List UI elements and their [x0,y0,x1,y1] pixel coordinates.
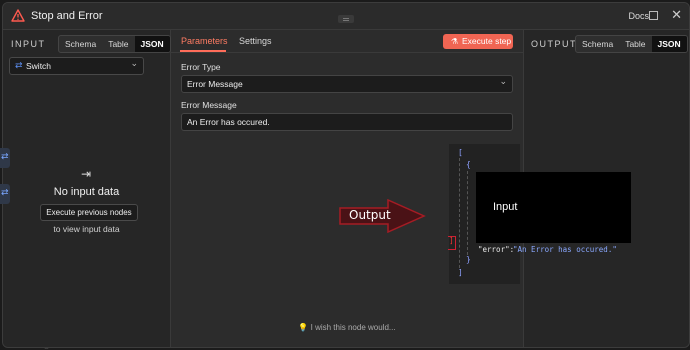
json-close-bracket: ] [458,268,463,277]
error-type-value: Error Message [187,79,243,89]
no-input-title: No input data [53,186,120,198]
tab-settings[interactable]: Settings [239,36,272,46]
switch-node-icon: ⇄ [1,152,9,162]
switch-node-icon: ⇄ [15,61,23,71]
json-open-bracket: [ [458,148,463,157]
docs-link[interactable]: Docs [628,11,649,21]
output-annotation-label: Output [349,208,391,222]
input-panel-title: INPUT [11,39,46,49]
execute-step-button[interactable]: ⚗ Execute step [443,34,513,49]
no-input-subtitle: to view input data [53,224,120,234]
error-message-input[interactable]: An Error has occured. [181,113,513,131]
modal-title[interactable]: Stop and Error [31,10,103,22]
red-highlight-mark: ] [448,236,456,250]
output-view-table[interactable]: Table [619,36,651,52]
error-message-value: An Error has occured. [187,117,270,127]
warning-triangle-icon [11,9,25,22]
execute-previous-nodes-button[interactable]: Execute previous nodes [40,204,138,221]
input-view-schema[interactable]: Schema [59,36,102,52]
output-view-schema[interactable]: Schema [576,36,619,52]
input-view-json[interactable]: JSON [134,36,170,52]
json-key-error: "error": [478,245,515,254]
input-connection-node-1[interactable]: ⇄ [0,148,10,168]
input-view-table[interactable]: Table [102,36,134,52]
modal-header: Stop and Error Docs ✕ [3,3,689,30]
json-open-brace: { [466,160,471,169]
flask-icon: ⚗ [451,37,459,46]
output-panel-title: OUTPUT [531,39,577,49]
input-connection-node-2[interactable]: ⇄ [0,184,10,204]
drag-handle[interactable] [338,15,354,23]
close-icon[interactable]: ✕ [671,8,682,23]
error-type-label: Error Type [181,62,221,72]
feedback-link[interactable]: 💡 I wish this node would... [171,323,523,332]
parameter-tabs: Parameters Settings ⚗ Execute step [171,30,523,53]
error-message-label: Error Message [181,100,237,110]
json-indent-guide [467,171,468,255]
output-view-switcher: Schema Table JSON [575,35,688,53]
chevron-down-icon: ⌄ [499,77,507,87]
input-annotation-label: Input [493,201,518,213]
tab-parameters[interactable]: Parameters [181,36,228,46]
lightbulb-icon: 💡 [298,323,309,332]
switch-node-icon: ⇄ [1,188,9,198]
error-type-select[interactable]: Error Message ⌄ [181,75,513,93]
enter-arrow-icon: ⇥ [81,167,92,181]
input-panel: INPUT Schema Table JSON ⇄ Switch ⌄ ⇥ No … [3,30,171,347]
output-annotation-arrow: Output [338,198,428,234]
chevron-down-icon: ⌄ [130,59,138,69]
output-view-json[interactable]: JSON [651,36,687,52]
json-close-brace: } [466,255,471,264]
input-annotation-box: Input [476,172,631,243]
feedback-text: I wish this node would... [310,323,396,332]
external-link-icon[interactable] [649,11,658,20]
json-value-error: "An Error has occured." [513,245,617,254]
input-view-switcher: Schema Table JSON [58,35,171,53]
input-node-select[interactable]: ⇄ Switch ⌄ [9,57,144,75]
input-node-select-value: Switch [26,61,52,71]
execute-step-label: Execute step [462,36,512,46]
active-tab-indicator [180,50,226,52]
json-indent-guide [459,158,460,268]
